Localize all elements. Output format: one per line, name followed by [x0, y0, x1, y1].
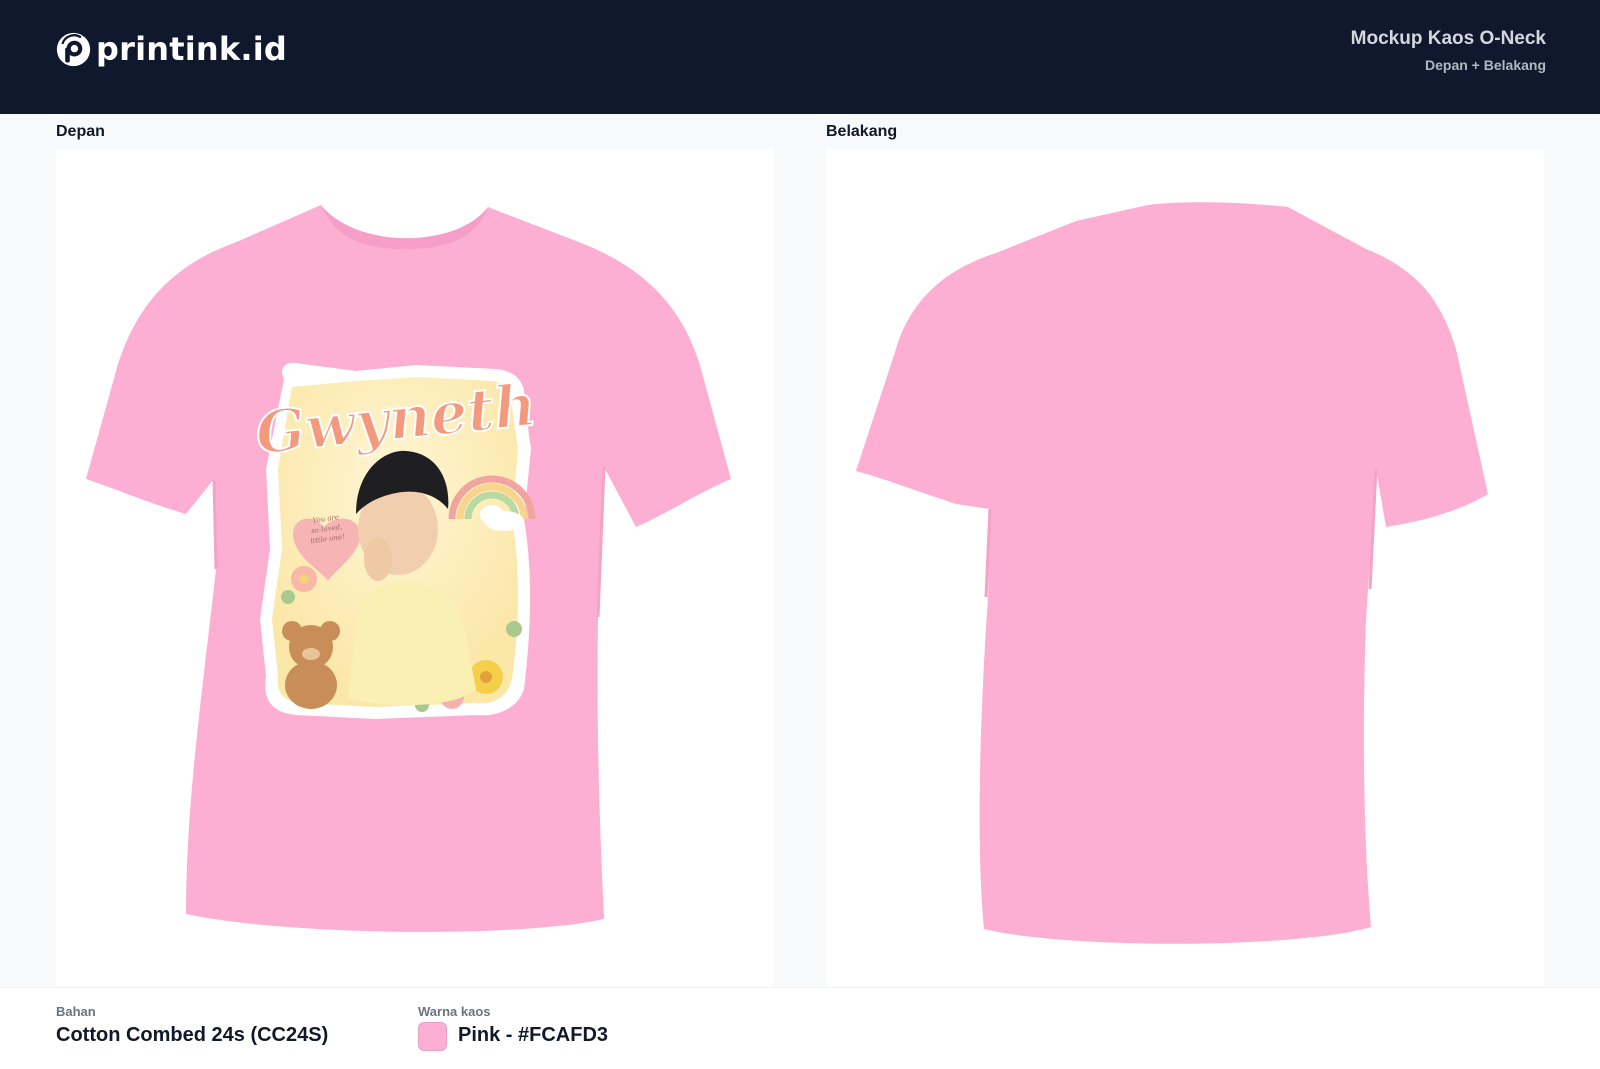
- front-mockup-panel: Gwyneth You are so loved, little one!: [56, 149, 774, 987]
- back-view-label: Belakang: [826, 123, 898, 140]
- printink-logo-icon: [56, 32, 91, 66]
- brand-logo[interactable]: printink.id: [55, 28, 287, 70]
- color-label: Warna kaos: [418, 1004, 491, 1019]
- back-mockup-panel: [826, 149, 1544, 987]
- color-value: Pink - #FCAFD3: [458, 1024, 609, 1046]
- app-header: printink.id Mockup Kaos O-Neck Depan + B…: [0, 0, 1600, 114]
- front-view-label: Depan: [56, 123, 105, 140]
- page-title: Mockup Kaos O-Neck: [1350, 28, 1546, 49]
- material-value: Cotton Combed 24s (CC24S): [56, 1024, 329, 1046]
- back-tshirt-mockup: [856, 202, 1488, 944]
- front-print-design: Gwyneth You are so loved, little one!: [252, 362, 540, 719]
- color-swatch: [418, 1022, 447, 1051]
- back-shirt-body: [856, 202, 1488, 944]
- front-tshirt-mockup: Gwyneth You are so loved, little one!: [86, 205, 731, 932]
- material-label: Bahan: [56, 1004, 96, 1019]
- page-subtitle: Depan + Belakang: [1425, 57, 1546, 73]
- brand-name: printink.id: [96, 30, 287, 68]
